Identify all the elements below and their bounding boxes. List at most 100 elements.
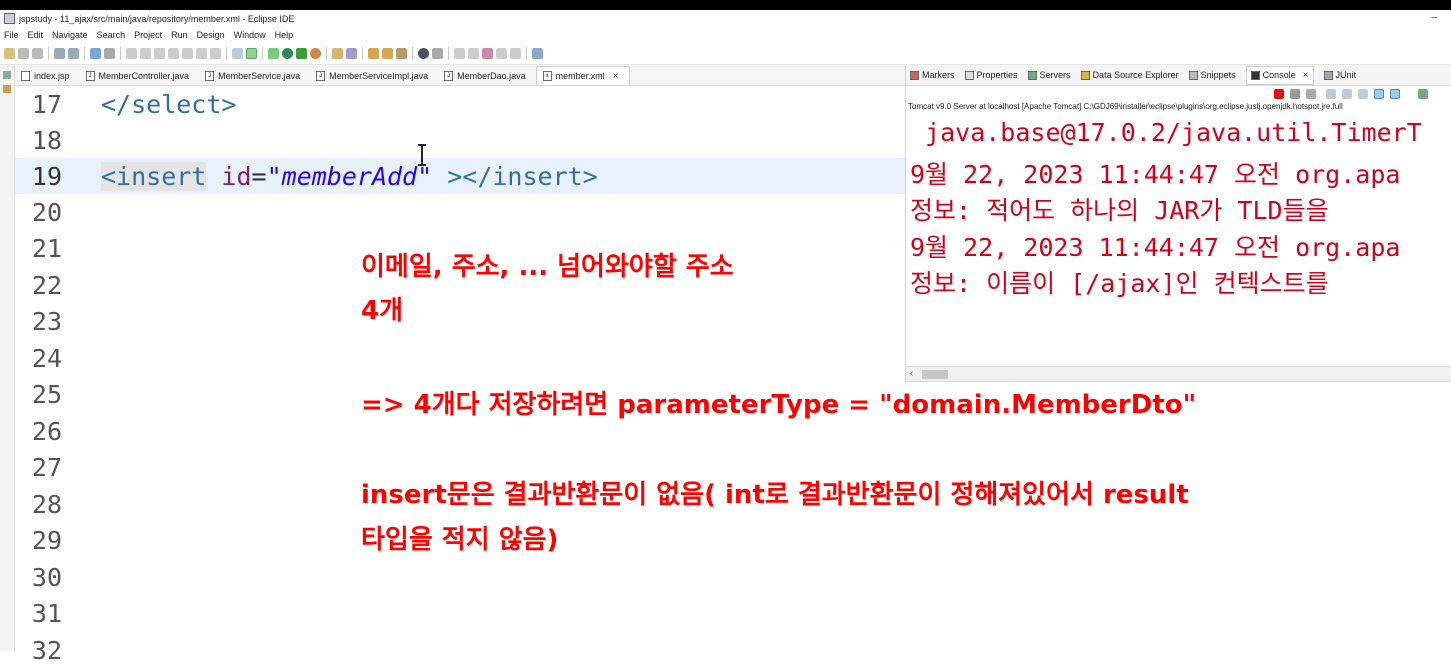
step-over-icon[interactable] <box>196 48 207 59</box>
skip-breakpoints-icon[interactable] <box>104 48 115 59</box>
tab-member-service[interactable]: J MemberService.java <box>199 66 310 85</box>
menu-run[interactable]: Run <box>171 30 188 40</box>
save-all-icon[interactable] <box>32 48 43 59</box>
suspend-icon[interactable] <box>140 48 151 59</box>
menu-bar: File Edit Navigate Search Project Run De… <box>0 27 1451 43</box>
menu-navigate[interactable]: Navigate <box>52 30 88 40</box>
servers-icon <box>1027 70 1037 80</box>
tab-member-service-impl[interactable]: J MemberServiceImpl.java <box>310 66 438 85</box>
back-icon[interactable] <box>496 48 507 59</box>
tab-label: Snippets <box>1200 70 1236 80</box>
line-number: 25 <box>31 379 62 409</box>
annotation-text: insert문은 결과반환문이 없음( int로 결과반환문이 정해져있어서 r… <box>361 480 1189 510</box>
console-icon[interactable] <box>68 48 79 59</box>
line-number: 21 <box>31 233 62 263</box>
tab-markers[interactable]: Markers <box>910 70 955 80</box>
disconnect-icon[interactable] <box>168 48 179 59</box>
insert-open-tag: <insert <box>101 161 207 191</box>
last-edit-icon[interactable] <box>482 48 493 59</box>
scroll-lock-icon[interactable] <box>1342 89 1352 99</box>
menu-search[interactable]: Search <box>97 30 126 40</box>
console-output[interactable]: java.base@17.0.2/java.util.TimerT 9월 22,… <box>906 116 1451 362</box>
tab-label: JUnit <box>1335 70 1357 80</box>
current-code-line: 19 <insert id="memberAdd" ></insert> <box>15 158 905 194</box>
menu-file[interactable]: File <box>4 30 19 40</box>
close-icon[interactable]: × <box>1303 70 1309 81</box>
menu-design[interactable]: Design <box>197 30 225 40</box>
word-wrap-icon[interactable] <box>1358 89 1368 99</box>
code-editor[interactable]: 17 </select> 18 19 <insert id="memberAdd… <box>15 86 905 665</box>
new-class-icon[interactable] <box>346 48 357 59</box>
tab-member-dao[interactable]: J MemberDao.java <box>438 66 536 85</box>
console-line: java.base@17.0.2/java.util.TimerT <box>910 118 1422 147</box>
java-file-icon: J <box>444 70 454 81</box>
close-icon[interactable]: × <box>613 71 619 82</box>
open-folder-icon[interactable] <box>382 48 393 59</box>
window-icon[interactable] <box>90 48 101 59</box>
resume-icon[interactable] <box>126 48 137 59</box>
tab-data-source-explorer[interactable]: Data Source Explorer <box>1080 70 1179 80</box>
open-console-icon[interactable] <box>1418 89 1428 99</box>
package-explorer-icon[interactable] <box>3 71 11 79</box>
menu-window[interactable]: Window <box>234 30 266 40</box>
perspective-icon[interactable] <box>532 48 543 59</box>
tab-snippets[interactable]: Snippets <box>1188 70 1236 80</box>
line-number: 24 <box>31 343 62 373</box>
terminal-icon[interactable] <box>54 48 65 59</box>
jsp-file-icon <box>21 70 30 81</box>
line-number: 19 <box>31 161 62 191</box>
next-annotation-icon[interactable] <box>454 48 465 59</box>
tab-junit[interactable]: JUnit <box>1323 70 1357 80</box>
console-line: 정보: 이름이 [/ajax]인 컨텍스트를 <box>910 269 1329 298</box>
code-line: 31 <box>15 595 905 631</box>
step-return-icon[interactable] <box>210 48 221 59</box>
new-project-icon[interactable] <box>332 48 343 59</box>
forward-icon[interactable] <box>510 48 521 59</box>
toggle-active-icon[interactable] <box>246 48 257 59</box>
tab-label: member.xml <box>555 71 605 81</box>
console-horizontal-scrollbar[interactable]: ‹ <box>906 366 1451 382</box>
terminate-icon[interactable] <box>154 48 165 59</box>
toggle-icon[interactable] <box>232 48 243 59</box>
tab-index-jsp[interactable]: index.jsp <box>15 66 80 85</box>
folder-icon[interactable] <box>3 85 11 93</box>
line-number: 22 <box>31 270 62 300</box>
scroll-left-icon[interactable]: ‹ <box>910 368 913 379</box>
tab-console[interactable]: Console × <box>1245 65 1314 85</box>
attribute-value: "memberAdd" <box>266 161 433 191</box>
globe-icon[interactable] <box>418 48 429 59</box>
open-type-icon[interactable] <box>368 48 379 59</box>
prev-annotation-icon[interactable] <box>468 48 479 59</box>
minimize-button[interactable]: – <box>1431 12 1437 23</box>
server-icon[interactable] <box>268 48 279 59</box>
pencil-icon[interactable] <box>396 48 407 59</box>
annotation-text: 이메일, 주소, ... 넘어와야할 주소 <box>361 252 734 282</box>
display-console-icon[interactable] <box>1390 89 1400 99</box>
step-into-icon[interactable] <box>182 48 193 59</box>
clear-console-icon[interactable] <box>1326 89 1336 99</box>
tab-member-controller[interactable]: J MemberController.java <box>80 66 200 85</box>
markers-icon <box>910 70 919 80</box>
java-file-icon: J <box>205 70 215 81</box>
console-icon <box>1250 70 1260 80</box>
run-icon[interactable] <box>282 48 293 59</box>
tab-properties[interactable]: Properties <box>964 70 1018 80</box>
scrollbar-thumb[interactable] <box>922 370 948 379</box>
remove-launch-icon[interactable] <box>1290 89 1300 99</box>
remove-all-icon[interactable] <box>1306 89 1316 99</box>
save-icon[interactable] <box>18 48 29 59</box>
main-toolbar <box>0 43 1451 65</box>
menu-project[interactable]: Project <box>134 30 162 40</box>
menu-edit[interactable]: Edit <box>28 30 44 40</box>
terminate-icon[interactable] <box>1274 89 1284 99</box>
new-icon[interactable] <box>4 48 15 59</box>
tab-servers[interactable]: Servers <box>1027 70 1071 80</box>
tab-member-xml[interactable]: x member.xml × <box>535 66 630 85</box>
attribute-equals: = <box>251 161 267 191</box>
external-tools-icon[interactable] <box>310 48 321 59</box>
pin-console-icon[interactable] <box>1374 89 1384 99</box>
debug-icon[interactable] <box>296 48 307 59</box>
java-file-icon: J <box>316 70 326 81</box>
menu-help[interactable]: Help <box>275 30 294 40</box>
pin-icon[interactable] <box>432 48 443 59</box>
